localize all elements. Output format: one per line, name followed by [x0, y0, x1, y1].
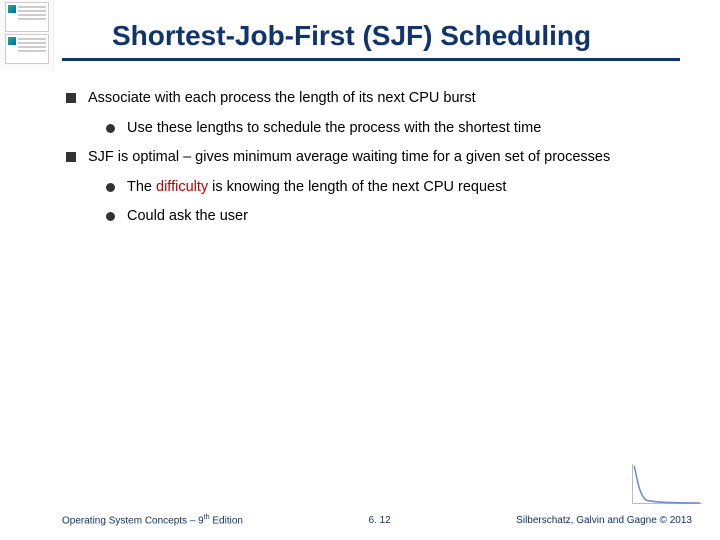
- emphasis-word: difficulty: [156, 179, 208, 195]
- bullet-level1: SJF is optimal – gives minimum average w…: [66, 148, 680, 168]
- bullet-text: Associate with each process the length o…: [88, 89, 476, 109]
- bullet-level1: Associate with each process the length o…: [66, 89, 680, 109]
- footer-copyright: Silberschatz, Galvin and Gagne © 2013: [516, 515, 692, 526]
- footer-page-number: 6. 12: [368, 515, 390, 526]
- bullet-level2: Could ask the user: [106, 207, 680, 227]
- bullet-text: The difficulty is knowing the length of …: [127, 178, 506, 198]
- circle-bullet-icon: [106, 212, 115, 221]
- footer-left: Operating System Concepts – 9th Edition: [62, 514, 243, 526]
- title-underline: [62, 58, 680, 61]
- bullet-level2: The difficulty is knowing the length of …: [106, 178, 680, 198]
- square-bullet-icon: [66, 93, 76, 103]
- bullet-level2: Use these lengths to schedule the proces…: [106, 119, 680, 139]
- circle-bullet-icon: [106, 183, 115, 192]
- slide-title: Shortest-Job-First (SJF) Scheduling: [112, 20, 680, 52]
- circle-bullet-icon: [106, 124, 115, 133]
- bullet-text: SJF is optimal – gives minimum average w…: [88, 148, 610, 168]
- square-bullet-icon: [66, 152, 76, 162]
- bullet-text: Could ask the user: [127, 207, 248, 227]
- bullet-text: Use these lengths to schedule the proces…: [127, 119, 541, 139]
- slide-body: Shortest-Job-First (SJF) Scheduling Asso…: [0, 0, 720, 540]
- slide-footer: Operating System Concepts – 9th Edition …: [0, 510, 720, 530]
- corner-graph-decoration: [618, 456, 708, 512]
